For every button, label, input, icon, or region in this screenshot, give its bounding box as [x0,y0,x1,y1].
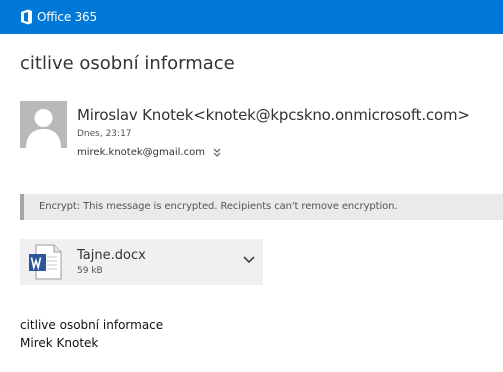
attachment-name: Tajne.docx [77,248,146,263]
sender-avatar [20,101,67,148]
word-doc-icon [29,244,62,280]
encryption-notice: Encrypt: This message is encrypted. Reci… [39,201,398,212]
message-date: Dnes, 23:17 [77,129,132,139]
sender-name[interactable]: Miroslav Knotek<knotek@kpcskno.onmicroso… [77,106,470,124]
attachment-card[interactable]: Tajne.docx 59 kB [20,239,263,285]
body-line-2: Mirek Knotek [20,336,99,350]
office365-brand[interactable]: Office 365 [20,8,97,26]
attachment-size: 59 kB [77,266,103,276]
chevron-down-icon[interactable] [242,255,256,265]
message-subject: citlive osobní informace [20,53,235,74]
body-line-1: citlive osobní informace [20,318,164,332]
recipients-row: mirek.knotek@gmail.com [77,147,221,158]
brand-name: Office 365 [37,10,97,24]
encryption-banner: Encrypt: This message is encrypted. Reci… [20,194,503,220]
office-logo-icon [21,9,32,25]
recipient-address[interactable]: mirek.knotek@gmail.com [77,147,205,158]
person-icon [26,109,61,148]
expand-recipients-icon[interactable] [213,148,221,158]
top-bar: Office 365 [0,0,503,34]
